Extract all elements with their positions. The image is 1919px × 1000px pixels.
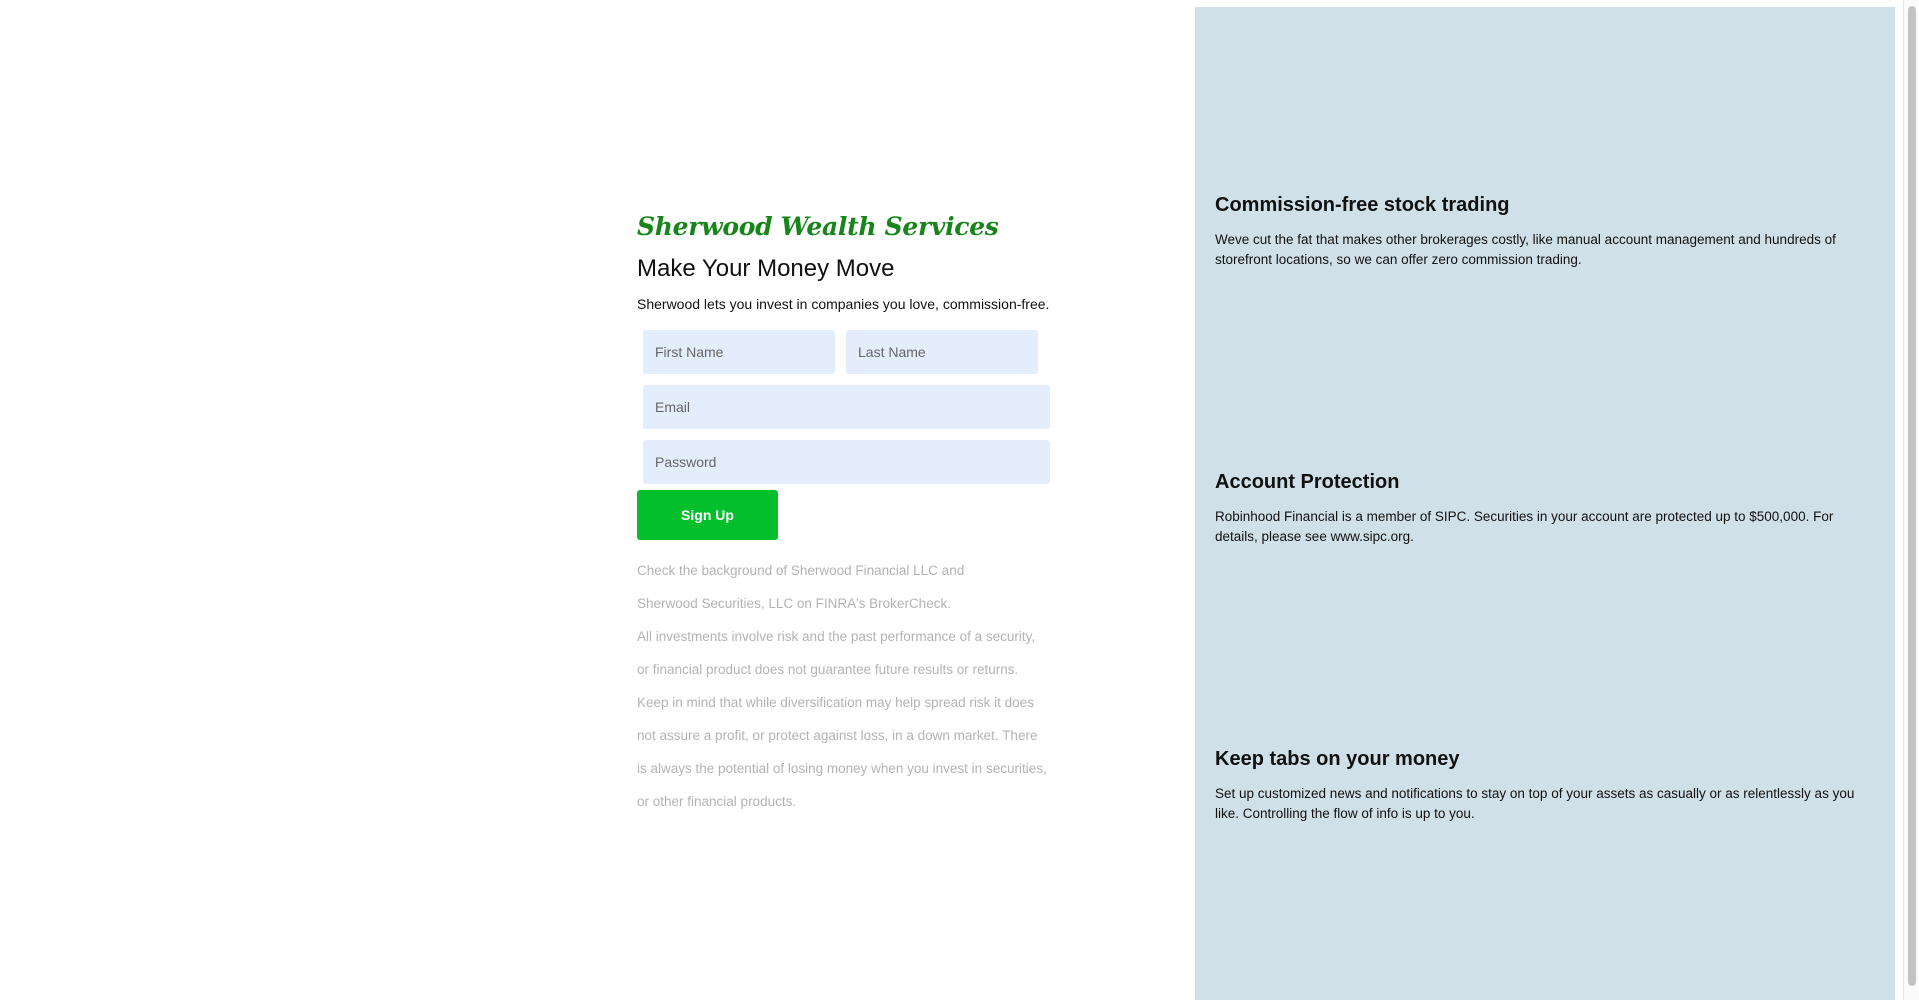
signup-section: Sherwood Wealth Services Make Your Money…	[637, 212, 1057, 818]
page-title: Make Your Money Move	[637, 255, 895, 282]
feature-title: Keep tabs on your money	[1215, 748, 1460, 770]
page: Sherwood Wealth Services Make Your Money…	[0, 0, 1919, 1000]
disclaimer-line: not assure a profit, or protect against …	[637, 728, 1038, 743]
feature-description: Set up customized news and notifications…	[1215, 786, 1855, 821]
first-name-field[interactable]	[643, 330, 835, 374]
disclaimer-line: or financial product does not guarantee …	[637, 662, 1019, 677]
feature-keep-tabs: Keep tabs on your money Set up customize…	[1215, 746, 1875, 824]
feature-title: Commission-free stock trading	[1215, 194, 1510, 216]
vertical-scrollbar[interactable]	[1903, 0, 1919, 1000]
features-panel: Commission-free stock trading Weve cut t…	[1195, 7, 1895, 1000]
feature-title: Account Protection	[1215, 471, 1400, 493]
page-subtitle: Sherwood lets you invest in companies yo…	[637, 296, 1050, 312]
brand-logo: Sherwood Wealth Services	[637, 212, 999, 241]
disclaimer-line: is always the potential of losing money …	[637, 761, 1047, 776]
feature-description: Robinhood Financial is a member of SIPC.…	[1215, 509, 1834, 544]
password-field[interactable]	[643, 440, 1050, 484]
signup-form: Sign Up	[637, 330, 1057, 540]
disclaimer-line: All investments involve risk and the pas…	[637, 629, 1036, 644]
sign-up-button[interactable]: Sign Up	[637, 490, 778, 540]
feature-commission-free: Commission-free stock trading Weve cut t…	[1215, 192, 1875, 270]
email-field[interactable]	[643, 385, 1050, 429]
feature-account-protection: Account Protection Robinhood Financial i…	[1215, 469, 1875, 547]
name-row	[643, 330, 1057, 374]
feature-description: Weve cut the fat that makes other broker…	[1215, 232, 1836, 267]
disclaimer-line: Sherwood Securities, LLC on FINRA's Brok…	[637, 596, 951, 611]
disclaimer: Check the background of Sherwood Financi…	[637, 554, 1057, 818]
disclaimer-line: Keep in mind that while diversification …	[637, 695, 1034, 710]
scrollbar-thumb[interactable]	[1908, 6, 1916, 986]
disclaimer-line: or other financial products.	[637, 794, 797, 809]
last-name-field[interactable]	[846, 330, 1038, 374]
disclaimer-line: Check the background of Sherwood Financi…	[637, 563, 965, 578]
